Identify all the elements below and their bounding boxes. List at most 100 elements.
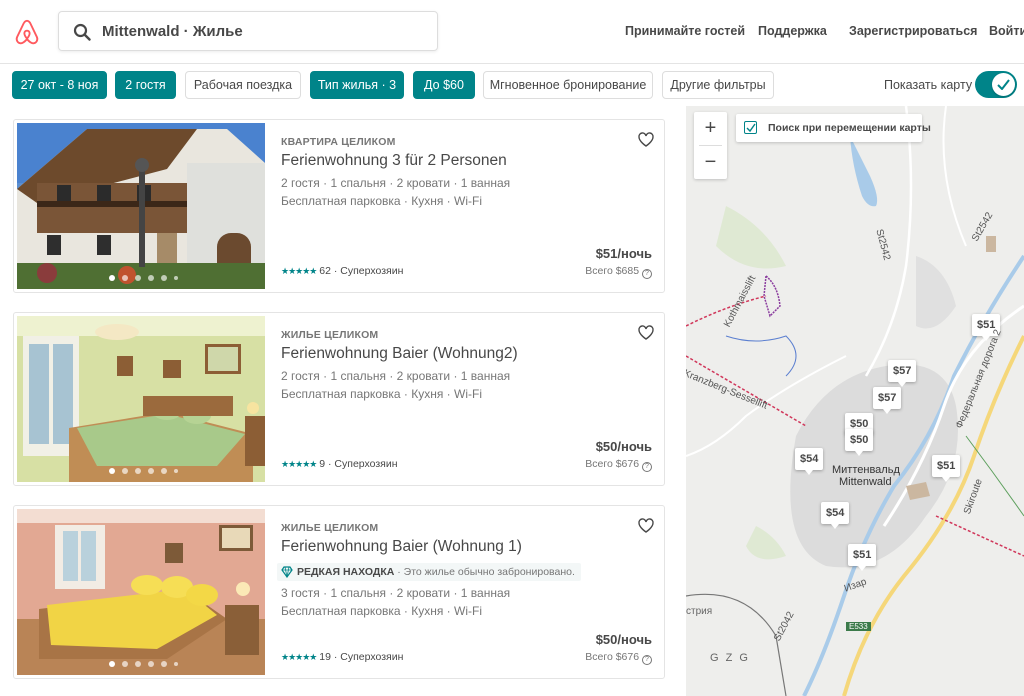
listing-card[interactable]: ЖИЛЬЕ ЦЕЛИКОМ Ferienwohnung Baier (Wohnu… xyxy=(13,312,665,486)
filter-guests[interactable]: 2 гостя xyxy=(115,71,176,99)
show-map-toggle[interactable] xyxy=(975,71,1017,98)
photo-dot[interactable] xyxy=(109,661,115,667)
photo-dot[interactable] xyxy=(148,468,154,474)
photo-dot[interactable] xyxy=(135,275,141,281)
photo-dot[interactable] xyxy=(135,468,141,474)
stars-icon: ★★★★★ xyxy=(281,266,317,276)
check-icon xyxy=(997,79,1010,90)
review-count: 62 · Суперхозяин xyxy=(319,265,404,277)
price-pin[interactable]: $51 xyxy=(848,544,877,571)
rating: ★★★★★ 9 · Суперхозяин xyxy=(281,458,398,470)
map-label-area: G Z G xyxy=(710,652,750,664)
photo-dot[interactable] xyxy=(122,661,128,667)
photo-dot[interactable] xyxy=(109,468,115,474)
filter-work-trip[interactable]: Рабочая поездка xyxy=(185,71,301,99)
zoom-out-button[interactable]: − xyxy=(694,146,727,179)
listing-amenities: Бесплатная парковка · Кухня · Wi-Fi xyxy=(281,387,482,401)
listing-title[interactable]: Ferienwohnung Baier (Wohnung2) xyxy=(281,345,518,363)
zoom-controls: + − xyxy=(694,112,727,179)
listing-details: 2 гостя · 1 спальня · 2 кровати · 1 ванн… xyxy=(281,369,511,383)
search-on-move-checkbox[interactable] xyxy=(744,121,757,134)
search-on-move-label: Поиск при перемещении карты xyxy=(768,122,931,134)
listing-photo[interactable] xyxy=(17,316,265,482)
total-label: Всего $685 xyxy=(585,265,640,277)
filter-more[interactable]: Другие фильтры xyxy=(662,71,774,99)
price-pin[interactable]: $57 xyxy=(888,360,917,387)
price-pin[interactable]: $54 xyxy=(821,502,850,529)
map-panel[interactable]: + − Поиск при перемещении карты $51 $57 … xyxy=(686,106,1024,696)
listing-total: Всего $685 ? xyxy=(585,265,652,279)
review-count: 9 · Суперхозяин xyxy=(319,458,398,470)
heart-icon[interactable] xyxy=(638,132,654,147)
listing-price: $50/ночь xyxy=(595,439,652,454)
map-label-town: Mittenwald xyxy=(839,476,892,488)
listing-card[interactable]: ЖИЛЬЕ ЦЕЛИКОМ Ferienwohnung Baier (Wohnu… xyxy=(13,505,665,679)
photo-dot[interactable] xyxy=(148,661,154,667)
filter-instant-book[interactable]: Мгновенное бронирование xyxy=(483,71,653,99)
filter-home-type[interactable]: Тип жилья · 3 xyxy=(310,71,404,99)
listing-price: $51/ночь xyxy=(595,246,652,261)
photo-dot[interactable] xyxy=(161,661,167,667)
total-label: Всего $676 xyxy=(585,458,640,470)
review-count: 19 · Суперхозяин xyxy=(319,651,404,663)
photo-dot[interactable] xyxy=(122,468,128,474)
photo-dots[interactable] xyxy=(109,661,178,667)
top-header: Mittenwald · Жилье Принимайте гостей Под… xyxy=(0,0,1024,64)
photo-dot[interactable] xyxy=(122,275,128,281)
photo-dot[interactable] xyxy=(174,662,178,666)
heart-icon[interactable] xyxy=(638,518,654,533)
photo-dots[interactable] xyxy=(109,275,178,281)
rare-find-badge: РЕДКАЯ НАХОДКА · Это жилье обычно заброн… xyxy=(277,563,581,581)
nav-host[interactable]: Принимайте гостей xyxy=(625,24,745,38)
info-icon[interactable]: ? xyxy=(642,269,652,279)
photo-dot[interactable] xyxy=(148,275,154,281)
search-input[interactable]: Mittenwald · Жилье xyxy=(102,23,243,40)
zoom-in-button[interactable]: + xyxy=(694,112,727,145)
rare-find-text: · Это жилье обычно забронировано. xyxy=(394,566,575,578)
show-map-label: Показать карту xyxy=(884,78,973,92)
listing-kind: ЖИЛЬЕ ЦЕЛИКОМ xyxy=(281,522,379,534)
listing-photo[interactable] xyxy=(17,509,265,675)
heart-icon[interactable] xyxy=(638,325,654,340)
photo-dot[interactable] xyxy=(109,275,115,281)
nav-signup[interactable]: Зарегистрироваться xyxy=(849,24,977,38)
map-label-partial: стрия xyxy=(686,606,713,617)
listing-title[interactable]: Ferienwohnung Baier (Wohnung 1) xyxy=(281,538,522,556)
price-pin[interactable]: $51 xyxy=(932,455,961,482)
airbnb-logo-icon[interactable] xyxy=(12,18,42,48)
listing-total: Всего $676 ? xyxy=(585,458,652,472)
listing-title[interactable]: Ferienwohnung 3 für 2 Personen xyxy=(281,152,507,170)
price-pin[interactable]: $54 xyxy=(795,448,824,475)
check-icon xyxy=(746,123,756,133)
search-on-move-control[interactable]: Поиск при перемещении карты xyxy=(736,114,931,142)
photo-dot[interactable] xyxy=(161,275,167,281)
rating: ★★★★★ 19 · Суперхозяин xyxy=(281,651,403,663)
stars-icon: ★★★★★ xyxy=(281,459,317,469)
photo-dot[interactable] xyxy=(161,468,167,474)
listing-amenities: Бесплатная парковка · Кухня · Wi-Fi xyxy=(281,194,482,208)
photo-dot[interactable] xyxy=(174,276,178,280)
filter-dates[interactable]: 27 окт - 8 ноя xyxy=(12,71,107,99)
rating: ★★★★★ 62 · Суперхозяин xyxy=(281,265,403,277)
listing-card[interactable]: КВАРТИРА ЦЕЛИКОМ Ferienwohnung 3 für 2 P… xyxy=(13,119,665,293)
price-pin[interactable]: $57 xyxy=(873,387,902,414)
listing-price: $50/ночь xyxy=(595,632,652,647)
search-bar[interactable]: Mittenwald · Жилье xyxy=(58,11,438,51)
listing-photo[interactable] xyxy=(17,123,265,289)
map-label-e-road: E533 xyxy=(846,622,871,631)
filter-price[interactable]: До $60 xyxy=(413,71,475,99)
info-icon[interactable]: ? xyxy=(642,462,652,472)
price-pin[interactable]: $50 xyxy=(845,429,874,456)
rare-find-label: РЕДКАЯ НАХОДКА xyxy=(297,566,395,578)
photo-dot[interactable] xyxy=(174,469,178,473)
info-icon[interactable]: ? xyxy=(642,655,652,665)
diamond-icon xyxy=(281,566,293,578)
listing-details: 3 гостя · 1 спальня · 2 кровати · 1 ванн… xyxy=(281,586,511,600)
listing-total: Всего $676 ? xyxy=(585,651,652,665)
nav-login[interactable]: Войти xyxy=(989,24,1024,38)
listing-kind: КВАРТИРА ЦЕЛИКОМ xyxy=(281,136,396,148)
filter-bar: 27 окт - 8 ноя 2 гостя Рабочая поездка Т… xyxy=(0,64,1024,106)
photo-dot[interactable] xyxy=(135,661,141,667)
photo-dots[interactable] xyxy=(109,468,178,474)
nav-help[interactable]: Поддержка xyxy=(758,24,827,38)
